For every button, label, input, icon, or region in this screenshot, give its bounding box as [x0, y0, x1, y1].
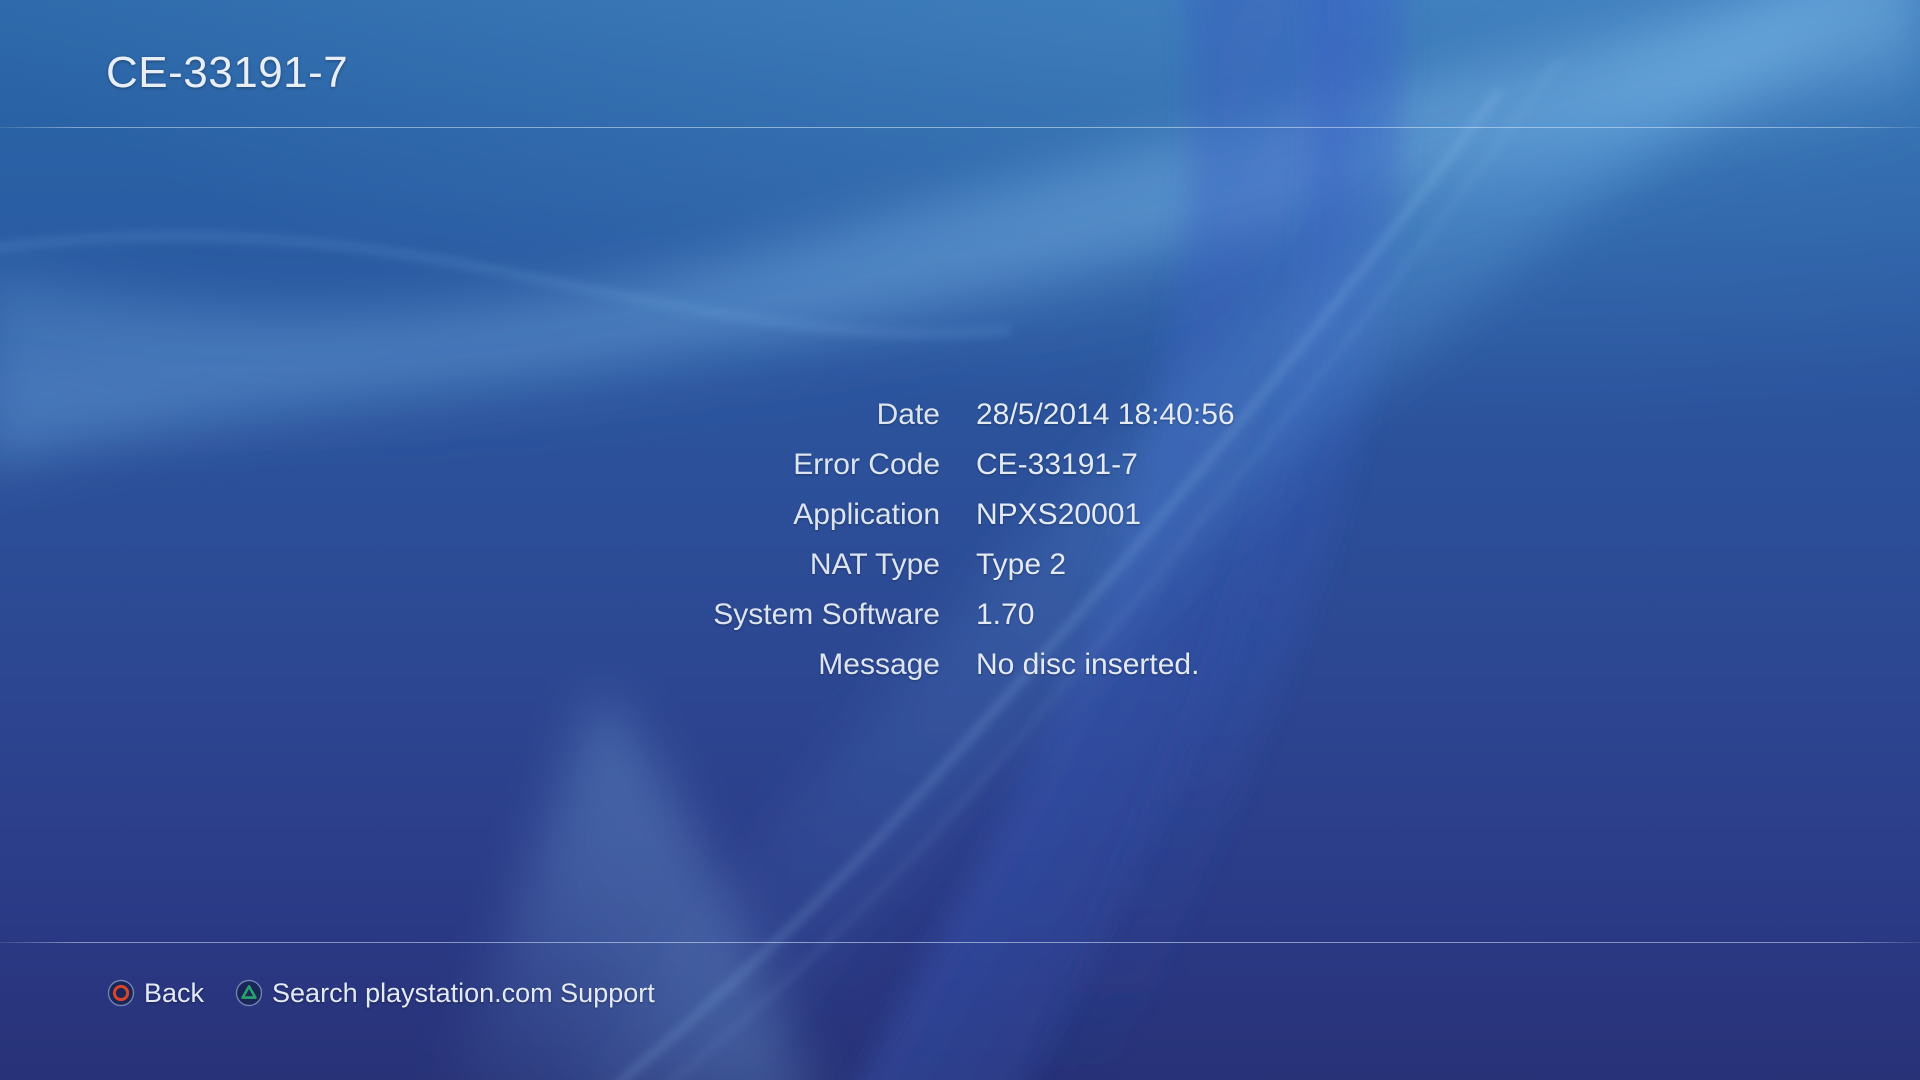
- detail-value: NPXS20001: [976, 498, 1142, 531]
- footer-action-search[interactable]: Search playstation.com Support: [234, 978, 655, 1008]
- detail-label: Error Code: [793, 448, 940, 481]
- footer-action-label: Search playstation.com Support: [272, 977, 655, 1008]
- ps4-error-screen: CE-33191-7 Date 28/5/2014 18:40:56 Error C…: [0, 0, 1920, 1080]
- detail-label: Date: [876, 398, 940, 431]
- detail-label: Application: [793, 498, 940, 531]
- detail-label: Message: [818, 648, 940, 681]
- error-details-table: Date 28/5/2014 18:40:56 Error Code CE-33191…: [660, 390, 1235, 690]
- detail-row: Application NPXS20001: [660, 490, 1235, 540]
- footer: Back Search playstation.com Support: [0, 942, 1920, 1080]
- detail-value: CE-33191-7: [976, 448, 1138, 481]
- detail-row: Error Code CE-33191-7: [660, 440, 1235, 490]
- detail-value: 28/5/2014 18:40:56: [976, 398, 1235, 431]
- detail-value: No disc inserted.: [976, 648, 1200, 681]
- page-title: CE-33191-7: [106, 48, 349, 97]
- detail-label: NAT Type: [809, 548, 940, 581]
- detail-value: Type 2: [976, 548, 1067, 581]
- header-divider: [0, 127, 1920, 128]
- detail-row: NAT Type Type 2: [660, 540, 1235, 590]
- detail-label: System Software: [713, 598, 940, 631]
- circle-button-icon: [107, 979, 135, 1007]
- footer-actions: Back Search playstation.com Support: [106, 978, 655, 1008]
- detail-row: Message No disc inserted.: [660, 640, 1235, 690]
- detail-row: System Software 1.70: [660, 590, 1235, 640]
- header: CE-33191-7: [0, 0, 1920, 128]
- footer-action-label: Back: [144, 977, 205, 1008]
- detail-value: 1.70: [976, 598, 1035, 631]
- detail-row: Date 28/5/2014 18:40:56: [660, 390, 1235, 440]
- triangle-button-icon: [235, 979, 263, 1007]
- footer-action-back[interactable]: Back: [106, 978, 204, 1008]
